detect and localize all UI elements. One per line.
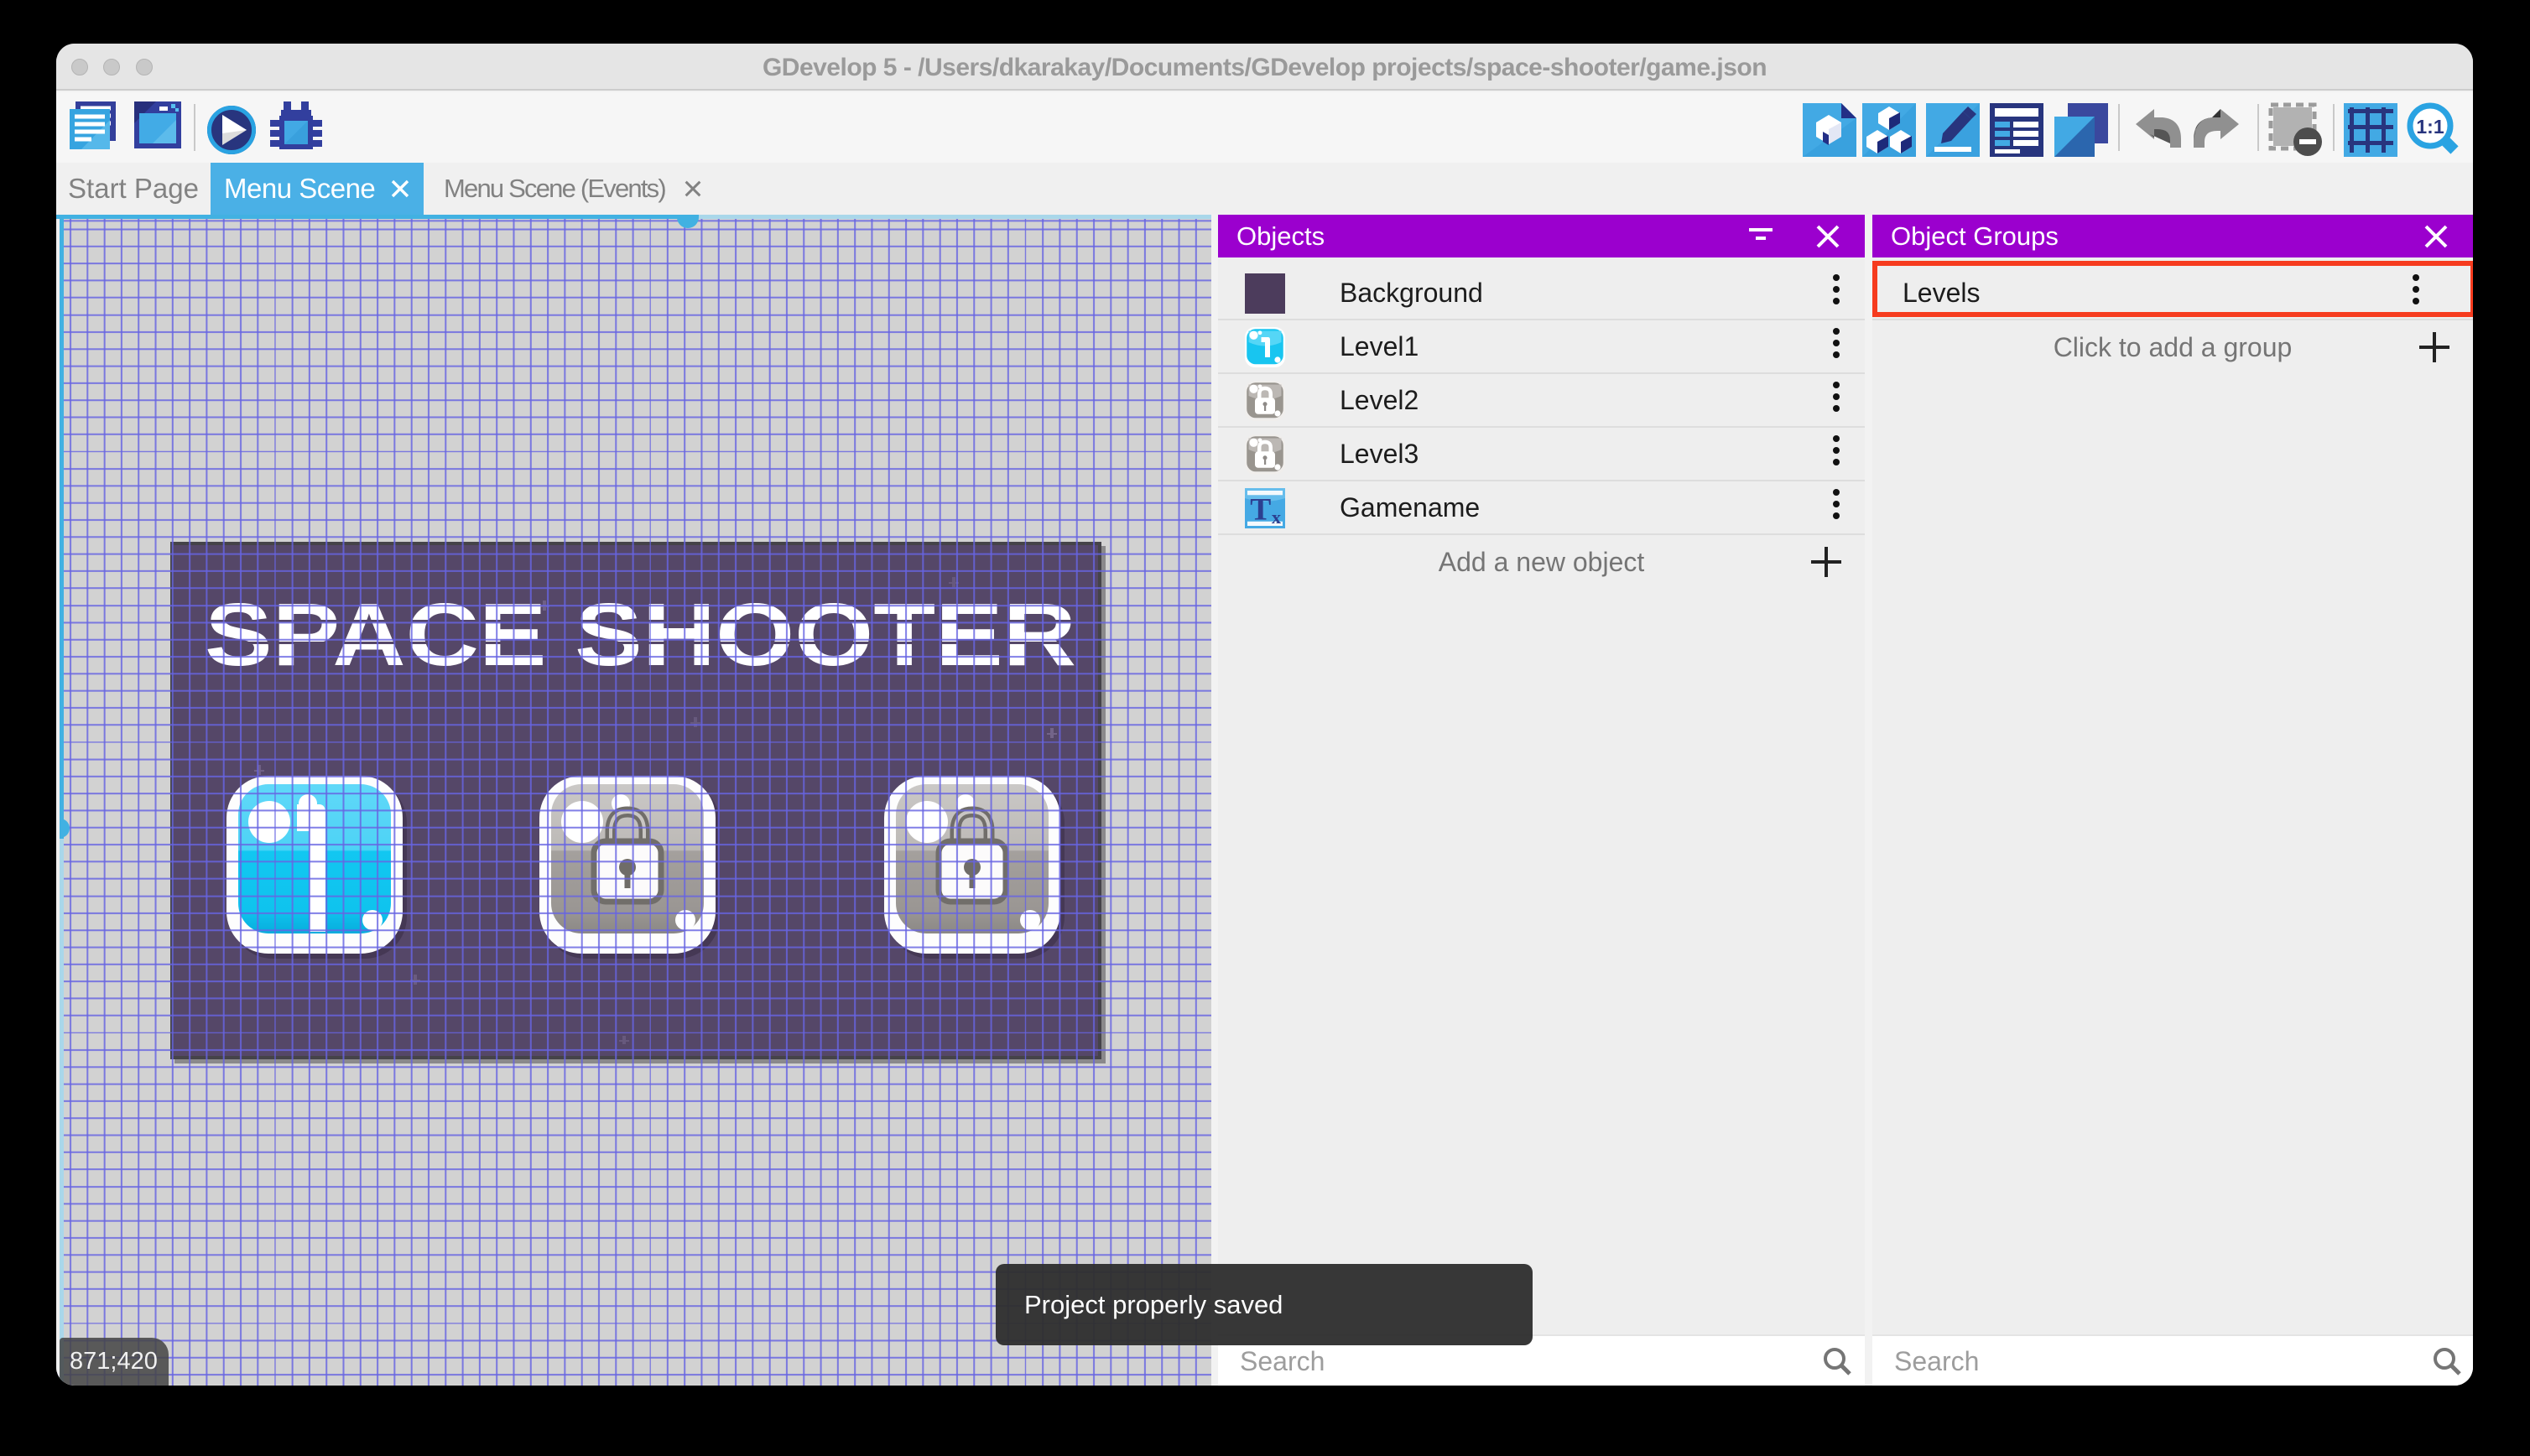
svg-text:T: T (1250, 493, 1271, 528)
svg-text:1:1: 1:1 (2416, 116, 2444, 138)
svg-text:x: x (1272, 507, 1282, 528)
